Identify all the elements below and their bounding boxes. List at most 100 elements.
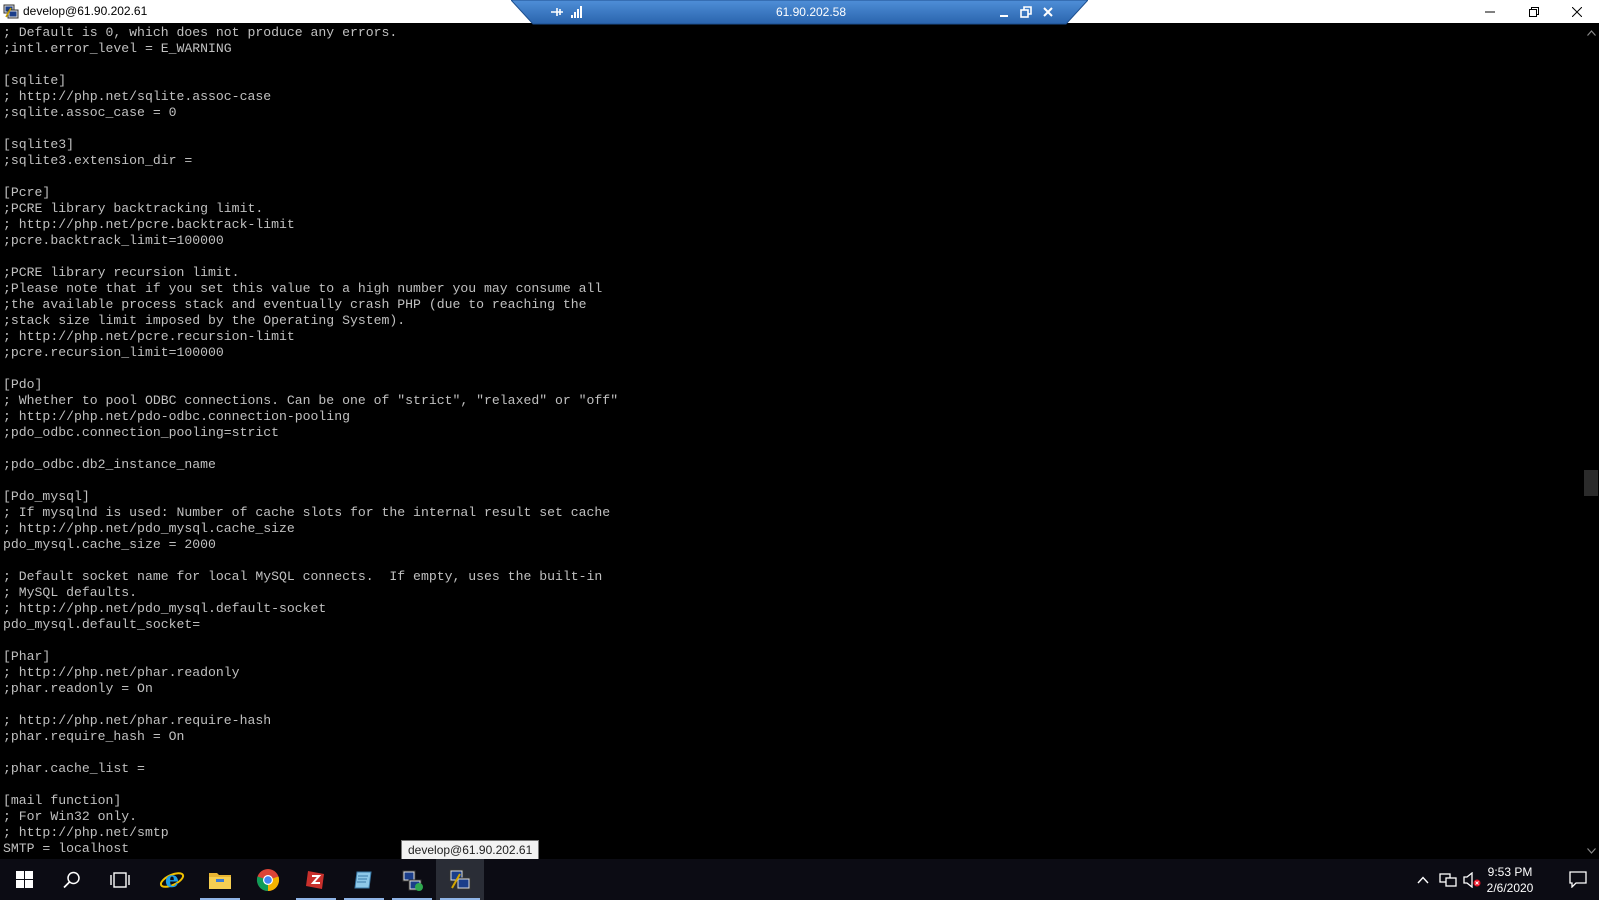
terminal-line: ; http://php.net/pcre.backtrack-limit (3, 217, 295, 232)
terminal-line: ;pcre.backtrack_limit=100000 (3, 233, 224, 248)
chevron-up-icon (1417, 875, 1429, 883)
folder-icon (209, 872, 231, 889)
task-view-button[interactable] (96, 859, 144, 900)
chevron-up-icon (1586, 30, 1596, 36)
network-tool-icon (402, 870, 423, 891)
connection-signal-icon[interactable] (569, 4, 585, 20)
chevron-down-icon (1586, 848, 1596, 854)
terminal-line: [Phar] (3, 649, 51, 664)
terminal-line: ; http://php.net/pdo_mysql.cache_size (3, 521, 295, 536)
putty-icon (449, 869, 471, 889)
clock-time: 9:53 PM (1487, 865, 1533, 879)
terminal-line: [Pcre] (3, 185, 51, 200)
window-title: develop@61.90.202.61 (23, 4, 148, 18)
restore-button[interactable] (1512, 0, 1556, 23)
tray-overflow-button[interactable] (1412, 859, 1434, 900)
terminal-line: ; For Win32 only. (3, 809, 138, 824)
terminal-line: ; Whether to pool ODBC connections. Can … (3, 393, 619, 408)
terminal-line: ; http://php.net/phar.readonly (3, 665, 240, 680)
terminal-line: ;intl.error_level = E_WARNING (3, 41, 232, 56)
rdp-restore-icon[interactable] (1018, 4, 1034, 20)
terminal-line: [sqlite3] (3, 137, 74, 152)
scroll-thumb[interactable] (1584, 470, 1598, 496)
search-icon (63, 871, 80, 888)
terminal-line: ;the available process stack and eventua… (3, 297, 587, 312)
terminal-line: ; Default is 0, which does not produce a… (3, 25, 398, 40)
start-button[interactable] (0, 859, 48, 900)
filezilla-button[interactable] (292, 859, 340, 900)
tray-network-button[interactable] (1436, 859, 1460, 900)
terminal-line: ;phar.cache_list = (3, 761, 145, 776)
terminal-line: pdo_mysql.cache_size = 2000 (3, 537, 216, 552)
terminal-line: [Pdo] (3, 377, 43, 392)
clock-date: 2/6/2020 (1486, 881, 1534, 895)
search-button[interactable] (48, 859, 96, 900)
internet-explorer-icon: e (159, 867, 185, 893)
network-icon (1439, 872, 1457, 887)
close-icon (1572, 6, 1582, 17)
file-explorer-button[interactable] (196, 859, 244, 900)
internet-explorer-button[interactable]: e (148, 859, 196, 900)
terminal-line: ; http://php.net/pcre.recursion-limit (3, 329, 295, 344)
action-center-button[interactable] (1556, 859, 1599, 900)
pin-icon[interactable] (549, 4, 565, 20)
terminal-output[interactable]: ; Default is 0, which does not produce a… (0, 25, 1583, 859)
terminal-text: ; Default is 0, which does not produce a… (0, 25, 1583, 857)
terminal-line: ; http://php.net/pdo_mysql.default-socke… (3, 601, 327, 616)
terminal-line: ;pdo_odbc.db2_instance_name (3, 457, 216, 472)
terminal-line: ; Default socket name for local MySQL co… (3, 569, 603, 584)
terminal-line: ;sqlite.assoc_case = 0 (3, 105, 177, 120)
terminal-line: ;Please note that if you set this value … (3, 281, 603, 296)
rdp-host-label: 61.90.202.58 (775, 5, 847, 19)
filezilla-icon (306, 870, 324, 889)
taskbar-clock[interactable]: 9:53 PM 2/6/2020 (1476, 864, 1544, 896)
terminal-line: [mail function] (3, 793, 122, 808)
minimize-button[interactable] (1468, 0, 1512, 23)
terminal-line: ;PCRE library recursion limit. (3, 265, 240, 280)
minimize-icon (1485, 11, 1495, 12)
terminal-line: ; MySQL defaults. (3, 585, 138, 600)
rdp-minimize-icon[interactable] (996, 4, 1012, 20)
chrome-button[interactable] (244, 859, 292, 900)
windows-logo-icon (15, 871, 33, 888)
rdp-close-icon[interactable] (1040, 4, 1056, 20)
putty-app-icon[interactable] (3, 4, 19, 19)
terminal-scrollbar[interactable] (1583, 25, 1599, 859)
terminal-line: ;phar.readonly = On (3, 681, 153, 696)
svg-text:e: e (165, 867, 179, 893)
taskbar-tooltip: develop@61.90.202.61 (401, 840, 540, 860)
scroll-up-button[interactable] (1583, 25, 1599, 41)
notepad-icon (354, 871, 372, 888)
terminal-line: ; http://php.net/smtp (3, 825, 169, 840)
close-button[interactable] (1555, 0, 1599, 23)
action-center-icon (1568, 871, 1587, 888)
task-view-icon (110, 871, 130, 888)
terminal-line: ; http://php.net/phar.require-hash (3, 713, 272, 728)
terminal-line: ;stack size limit imposed by the Operati… (3, 313, 406, 328)
terminal-line: [sqlite] (3, 73, 67, 88)
rdp-connection-bar[interactable]: 61.90.202.58 (511, 0, 1088, 25)
terminal-line: ;pdo_odbc.connection_pooling=strict (3, 425, 279, 440)
notepad-button[interactable] (340, 859, 388, 900)
terminal-line: ; http://php.net/pdo-odbc.connection-poo… (3, 409, 350, 424)
taskbar: e 9:53 PM 2/6/2020 (0, 859, 1599, 900)
terminal-line: [Pdo_mysql] (3, 489, 90, 504)
scroll-down-button[interactable] (1583, 843, 1599, 859)
terminal-line: ; http://php.net/sqlite.assoc-case (3, 89, 272, 104)
restore-icon (1529, 6, 1539, 17)
terminal-line: ;sqlite3.extension_dir = (3, 153, 193, 168)
terminal-line: pdo_mysql.default_socket= (3, 617, 201, 632)
putty-button[interactable] (436, 859, 484, 900)
network-tool-button[interactable] (388, 859, 436, 900)
